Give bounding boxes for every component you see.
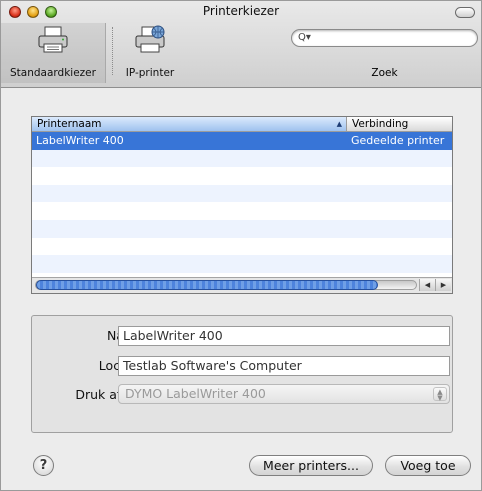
toolbar-item-ip-printer[interactable]: IP-printer <box>119 23 181 83</box>
search-icon: Q▾ <box>298 32 311 43</box>
help-button[interactable]: ? <box>33 455 54 476</box>
scroll-left-button[interactable]: ◀ <box>419 279 435 291</box>
location-field[interactable]: Testlab Software's Computer <box>118 356 450 376</box>
scroll-thumb[interactable] <box>36 280 378 290</box>
column-header-connection[interactable]: Verbinding <box>347 117 452 131</box>
toolbar-item-default-label: Standaardkiezer <box>10 67 96 79</box>
window-title: Printerkiezer <box>202 4 280 18</box>
name-field[interactable]: LabelWriter 400 <box>118 326 450 346</box>
empty-row <box>32 219 452 238</box>
updown-arrows-icon: ▲ ▼ <box>433 387 447 402</box>
horizontal-scrollbar[interactable]: ◀ ▶ <box>32 277 452 293</box>
search-field[interactable]: Q▾ <box>291 29 478 47</box>
toolbar-item-default-browser[interactable]: Standaardkiezer <box>1 23 106 83</box>
sort-ascending-icon: ▲ <box>336 120 342 128</box>
printer-browser-window: Printerkiezer Standaardkiezer IP-printer… <box>0 0 482 491</box>
printer-details-panel: Naam: LabelWriter 400 Locatie: Testlab S… <box>31 315 453 433</box>
empty-row <box>32 149 452 168</box>
add-button[interactable]: Voeg toe <box>385 455 471 476</box>
list-header: Printernaam ▲ Verbinding <box>32 117 452 132</box>
title-bar: Printerkiezer <box>1 1 481 23</box>
toolbar-item-ip-label: IP-printer <box>125 67 175 79</box>
table-row[interactable]: LabelWriter 400 Gedeelde printer <box>32 132 452 150</box>
scroll-right-button[interactable]: ▶ <box>435 279 451 291</box>
empty-row <box>32 237 452 256</box>
toolbar-separator <box>112 27 113 75</box>
empty-row <box>32 255 452 273</box>
print-via-select[interactable]: DYMO LabelWriter 400 ▲ ▼ <box>118 384 450 404</box>
list-rows: LabelWriter 400 Gedeelde printer <box>32 132 452 291</box>
column-header-printer-name[interactable]: Printernaam ▲ <box>32 117 347 131</box>
toolbar-toggle-button[interactable] <box>455 7 475 18</box>
printer-name-cell: LabelWriter 400 <box>36 134 124 147</box>
column-header-printer-name-label: Printernaam <box>37 118 102 130</box>
empty-row <box>32 184 452 203</box>
toolbar: Printerkiezer Standaardkiezer IP-printer… <box>1 1 481 88</box>
network-printer-icon <box>135 25 165 53</box>
printer-icon <box>38 26 68 53</box>
more-printers-button[interactable]: Meer printers... <box>249 455 373 476</box>
printer-list[interactable]: Printernaam ▲ Verbinding LabelWriter 400… <box>31 116 453 294</box>
print-via-value: DYMO LabelWriter 400 <box>125 386 266 401</box>
empty-row <box>32 202 452 220</box>
empty-row <box>32 167 452 185</box>
search-label: Zoek <box>371 67 398 79</box>
printer-connection-cell: Gedeelde printer <box>351 134 445 147</box>
